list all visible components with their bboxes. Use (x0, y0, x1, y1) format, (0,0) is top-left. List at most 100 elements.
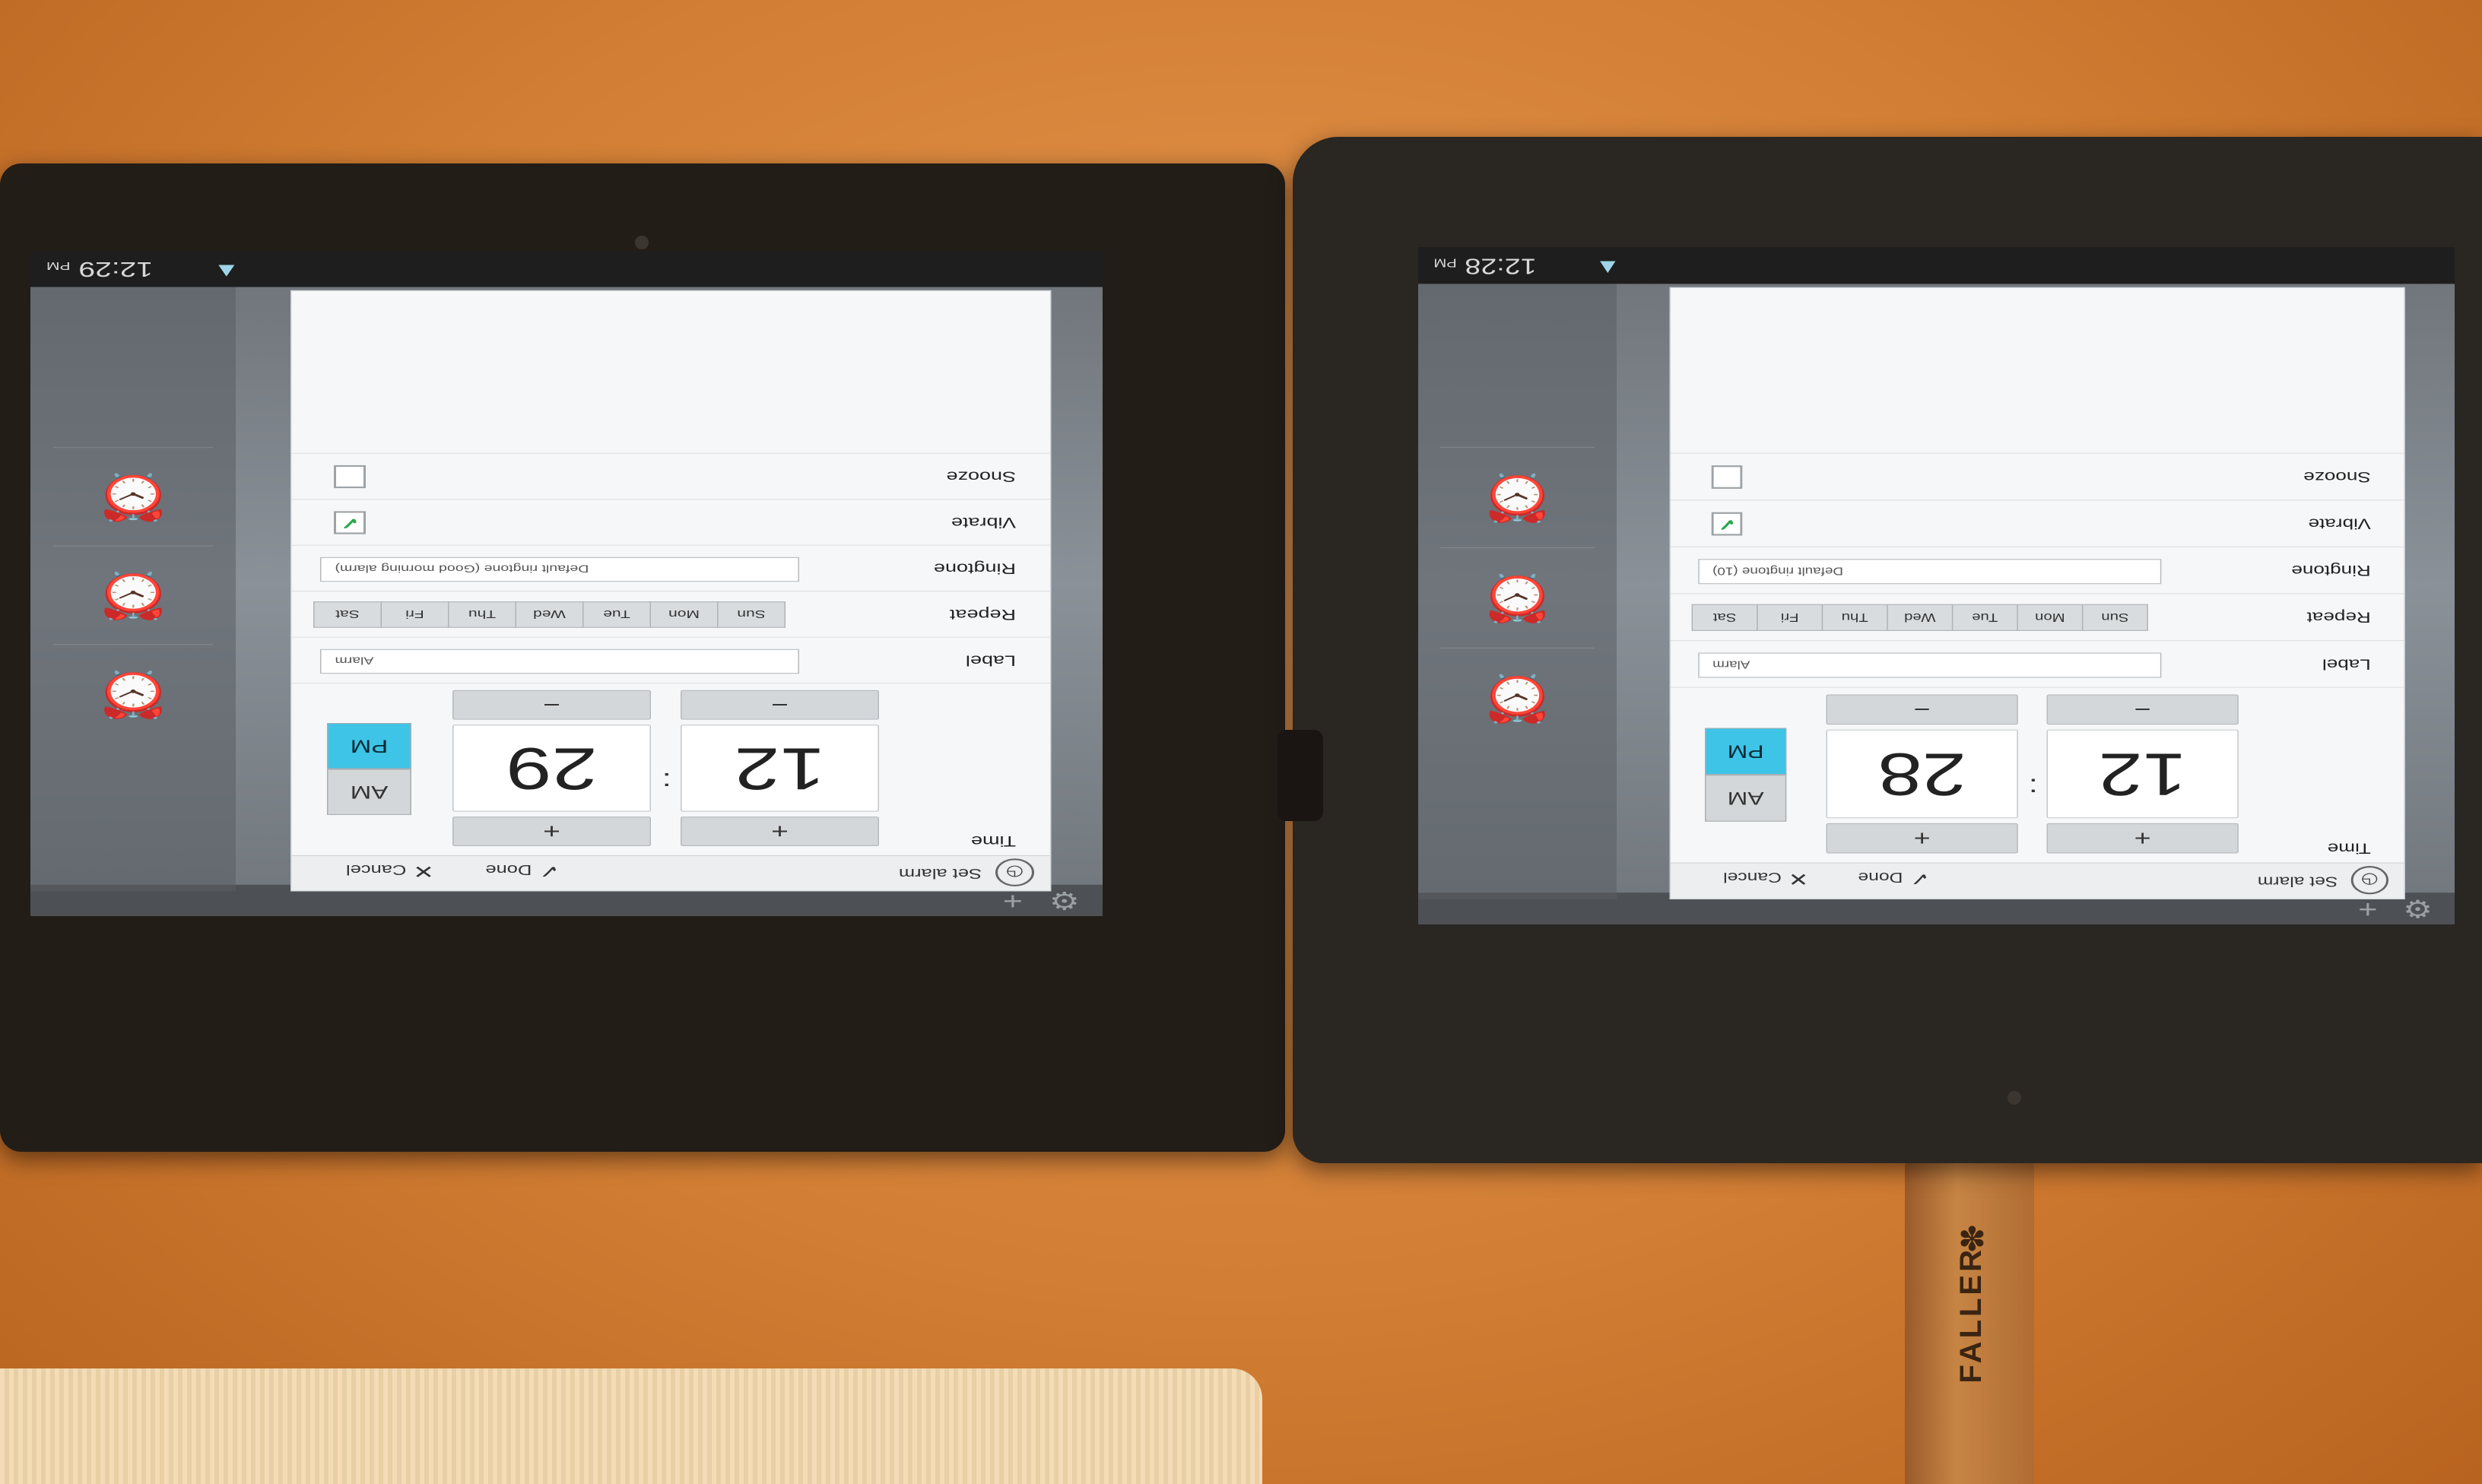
label-input[interactable]: Alarm (320, 648, 799, 674)
minute-decrement-button[interactable]: − (1826, 694, 2018, 725)
snooze-checkbox[interactable] (1711, 465, 1743, 489)
repeat-row: Repeat Sun Mon Tue Wed Thu Fri Sat (291, 591, 1050, 638)
ringtone-row: Ringtone Default ringtone (10) (1671, 546, 2404, 595)
time-row: Time + 12 − : + 28 − AM PM (1671, 687, 2404, 864)
hour-stepper[interactable]: + 12 − (681, 690, 879, 846)
repeat-days: Sun Mon Tue Wed Thu Fri Sat (1691, 604, 2148, 631)
minute-value[interactable]: 28 (1826, 729, 2018, 819)
done-button[interactable]: ✓Done (1858, 867, 1929, 889)
ringtone-row: Ringtone Default ringtone (Good morning … (291, 544, 1050, 592)
dialog-title: Set alarm (898, 865, 982, 882)
day-sun-button[interactable]: Sun (2081, 604, 2148, 631)
ringtone-label: Ringtone (933, 560, 1016, 577)
day-mon-button[interactable]: Mon (649, 601, 719, 628)
am-pm-toggle[interactable]: AM PM (1705, 728, 1787, 822)
vibrate-label: Vibrate (2308, 515, 2371, 533)
label-row: Label Alarm (291, 636, 1050, 684)
minute-stepper[interactable]: + 29 − (452, 690, 651, 846)
alarm-clock-icon[interactable]: ⏰ (53, 545, 213, 645)
day-tue-button[interactable]: Tue (582, 601, 651, 628)
time-label: Time (970, 832, 1016, 850)
hour-decrement-button[interactable]: − (681, 690, 879, 720)
day-tue-button[interactable]: Tue (1951, 604, 2018, 631)
label-label: Label (965, 652, 1016, 669)
hour-stepper[interactable]: + 12 − (2046, 694, 2239, 854)
day-mon-button[interactable]: Mon (2017, 604, 2084, 631)
status-bar: ▲ 12:29 PM (30, 251, 1103, 287)
vibrate-checkbox[interactable]: ✓ (1711, 512, 1743, 536)
check-icon: ✓ (538, 861, 560, 882)
wifi-icon: ▲ (1595, 256, 1621, 279)
pm-button[interactable]: PM (327, 723, 411, 769)
right-screen: ⚙ + ⏰ ⏰ ⏰ ◷ Set alarm ✓Done ✕Cancel Time… (1418, 247, 2455, 924)
hour-increment-button[interactable]: + (681, 817, 879, 846)
alarm-clock-icon[interactable]: ⏰ (1440, 446, 1595, 548)
day-sat-button[interactable]: Sat (313, 601, 382, 628)
minute-decrement-button[interactable]: − (452, 690, 651, 720)
snooze-row: Snooze (291, 452, 1050, 500)
minute-increment-button[interactable]: + (452, 817, 651, 846)
snooze-label: Snooze (946, 468, 1016, 485)
alarm-list: ⏰ ⏰ ⏰ (1418, 281, 1617, 899)
minute-increment-button[interactable]: + (1826, 823, 2018, 854)
day-fri-button[interactable]: Fri (380, 601, 449, 628)
check-icon: ✓ (1909, 868, 1930, 889)
close-icon: ✕ (1788, 868, 1809, 889)
hour-value[interactable]: 12 (681, 725, 879, 812)
hour-increment-button[interactable]: + (2046, 823, 2239, 854)
day-sat-button[interactable]: Sat (1691, 604, 1758, 631)
time-label: Time (2327, 839, 2371, 857)
time-separator: : (2028, 772, 2038, 801)
am-button[interactable]: AM (327, 769, 411, 815)
minute-value[interactable]: 29 (452, 725, 651, 812)
minute-stepper[interactable]: + 28 − (1826, 694, 2018, 854)
vibrate-row: Vibrate ✓ (291, 499, 1050, 546)
hour-decrement-button[interactable]: − (2046, 694, 2239, 725)
am-button[interactable]: AM (1705, 775, 1787, 822)
day-thu-button[interactable]: Thu (1821, 604, 1888, 631)
vibrate-checkbox[interactable]: ✓ (334, 511, 366, 534)
hour-value[interactable]: 12 (2046, 729, 2239, 819)
label-row: Label Alarm (1671, 640, 2404, 688)
ringtone-label: Ringtone (2291, 562, 2371, 579)
camera-icon (2008, 1091, 2021, 1105)
day-wed-button[interactable]: Wed (515, 601, 584, 628)
clock-icon: ◷ (995, 858, 1034, 886)
time-separator: : (662, 767, 671, 794)
cancel-button[interactable]: ✕Cancel (346, 860, 434, 881)
usb-label: FALLER (1954, 1247, 1988, 1384)
cancel-button[interactable]: ✕Cancel (1723, 867, 1808, 889)
status-clock: 12:28 PM (1433, 253, 1537, 279)
status-bar: ▲ 12:28 PM (1418, 247, 2455, 284)
set-alarm-dialog: ◷ Set alarm ✓Done ✕Cancel Time + 12 − : … (290, 290, 1052, 892)
clock-icon: ◷ (2350, 866, 2388, 895)
wifi-icon: ▲ (213, 259, 240, 283)
day-sun-button[interactable]: Sun (717, 601, 786, 628)
alarm-clock-icon[interactable]: ⏰ (53, 447, 213, 547)
settings-icon[interactable]: ⚙ (1049, 886, 1080, 915)
repeat-row: Repeat Sun Mon Tue Wed Thu Fri Sat (1671, 593, 2404, 642)
day-thu-button[interactable]: Thu (448, 601, 516, 628)
alarm-list: ⏰ ⏰ ⏰ (30, 284, 236, 892)
towel (0, 1368, 1262, 1484)
snooze-row: Snooze (1671, 452, 2404, 501)
done-button[interactable]: ✓Done (485, 860, 560, 881)
set-alarm-dialog: ◷ Set alarm ✓Done ✕Cancel Time + 12 − : … (1669, 287, 2405, 899)
alarm-clock-icon[interactable]: ⏰ (1440, 647, 1595, 749)
status-clock: 12:29 PM (46, 257, 153, 283)
day-fri-button[interactable]: Fri (1757, 604, 1823, 631)
label-input[interactable]: Alarm (1698, 652, 2162, 678)
settings-icon[interactable]: ⚙ (2403, 893, 2433, 923)
dialog-title-bar: ◷ Set alarm ✓Done ✕Cancel (1671, 862, 2404, 899)
vibrate-row: Vibrate ✓ (1671, 499, 2404, 547)
alarm-clock-icon[interactable]: ⏰ (53, 644, 213, 744)
day-wed-button[interactable]: Wed (1887, 604, 1954, 631)
ringtone-select[interactable]: Default ringtone (Good morning alarm) (320, 556, 799, 582)
snooze-checkbox[interactable] (334, 465, 366, 489)
pm-button[interactable]: PM (1705, 728, 1787, 775)
dialog-title: Set alarm (2257, 873, 2338, 889)
camera-icon (635, 236, 649, 249)
ringtone-select[interactable]: Default ringtone (10) (1698, 559, 2162, 585)
am-pm-toggle[interactable]: AM PM (327, 723, 411, 815)
alarm-clock-icon[interactable]: ⏰ (1440, 547, 1595, 648)
